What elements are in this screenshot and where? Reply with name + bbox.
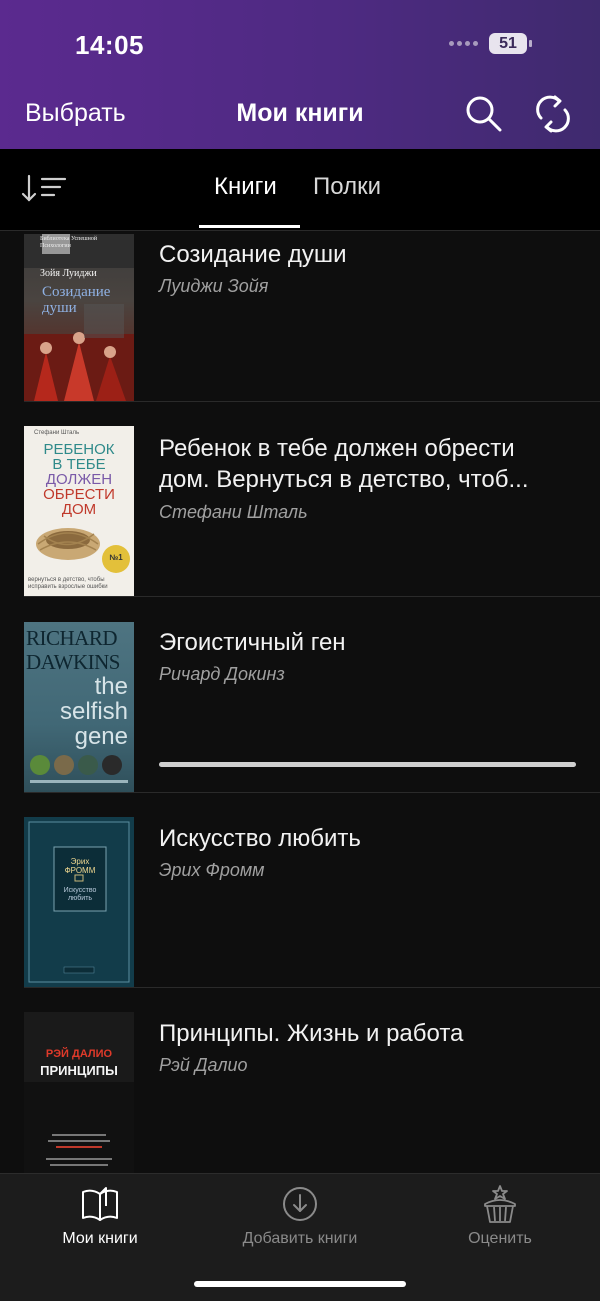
battery-tip [529,40,532,47]
book-author: Луиджи Зойя [159,276,269,296]
home-indicator [194,1281,406,1287]
cover-title-line: любить [67,895,93,902]
select-button[interactable]: Выбрать [25,99,126,128]
cover-title: Созидание души [42,284,111,316]
segment-tabs: Книги Полки [0,149,600,231]
book-author: Стефани Шталь [159,502,308,522]
book-row[interactable]: Стефани Шталь РЕБЕНОК В ТЕБЕ ДОЛЖЕН ОБРЕ… [0,402,600,597]
search-icon[interactable] [462,92,506,136]
tab-shelves[interactable]: Полки [313,173,381,201]
cover-series: Библиотека Успешной Психологии [40,236,98,249]
tab-rate[interactable]: Оценить [400,1174,600,1274]
cover-author: Эрих ФРОММ [54,857,106,875]
cover-author-line: ФРОММ [64,866,96,875]
book-cover: Библиотека Успешной Психологии Зойя Луид… [24,234,134,401]
app-header: 14:05 51 Выбрать Мои книги [0,0,600,149]
book-row[interactable]: RICHARD DAWKINS the selfish gene Эгоисти… [0,597,600,793]
cover-title-line: Искусство [63,887,97,894]
battery-icon: 51 [489,33,527,54]
book-row[interactable]: РЭЙ ДАЛИО ПРИНЦИПЫ Принципы. Жизнь и раб… [0,988,600,1173]
reading-progress-fill [159,762,576,767]
book-cover: Стефани Шталь РЕБЕНОК В ТЕБЕ ДОЛЖЕН ОБРЕ… [24,426,134,596]
cellular-signal-icon [449,41,481,49]
book-title: Эгоистичный ген [159,629,346,656]
tab-label: Мои книги [62,1230,138,1247]
book-list[interactable]: Библиотека Успешной Психологии Зойя Луид… [0,230,600,1173]
cover-subtitle: вернуться в детство, чтобы исправить взр… [28,577,108,590]
sort-icon[interactable] [20,173,70,205]
cover-badge: №1 [109,553,123,562]
book-author: Рэй Далио [159,1055,248,1075]
tab-books[interactable]: Книги [214,173,277,201]
book-open-icon [80,1184,120,1224]
download-icon [280,1184,320,1224]
book-row[interactable]: Эрих ФРОММ Искусство любить Искусство лю… [0,793,600,988]
cover-author-line: Эрих [70,857,90,866]
book-title: Созидание души [159,241,347,268]
reading-progress-bar [159,762,576,767]
book-cover: RICHARD DAWKINS the selfish gene [24,622,134,792]
active-tab-indicator [199,225,300,228]
tab-label: Оценить [468,1230,532,1247]
tab-my-books[interactable]: Мои книги [0,1174,200,1274]
cover-author: Зойя Луиджи [40,268,97,279]
status-time: 14:05 [75,30,144,60]
book-row[interactable]: Библиотека Успешной Психологии Зойя Луид… [0,230,600,402]
book-author: Эрих Фромм [159,860,265,880]
book-title: Искусство любить [159,825,361,852]
tab-label: Добавить книги [242,1230,358,1247]
sync-icon[interactable] [531,92,575,136]
book-cover: РЭЙ ДАЛИО ПРИНЦИПЫ [24,1012,134,1173]
book-author: Ричард Докинз [159,664,285,684]
book-cover: Эрих ФРОММ Искусство любить [24,817,134,987]
book-title: Принципы. Жизнь и работа [159,1020,464,1047]
book-title: Ребенок в тебе должен обрести дом. Верну… [159,435,529,493]
cover-title: Искусство любить [54,887,106,903]
tab-add-books[interactable]: Добавить книги [200,1174,400,1274]
cupcake-star-icon [480,1184,520,1224]
